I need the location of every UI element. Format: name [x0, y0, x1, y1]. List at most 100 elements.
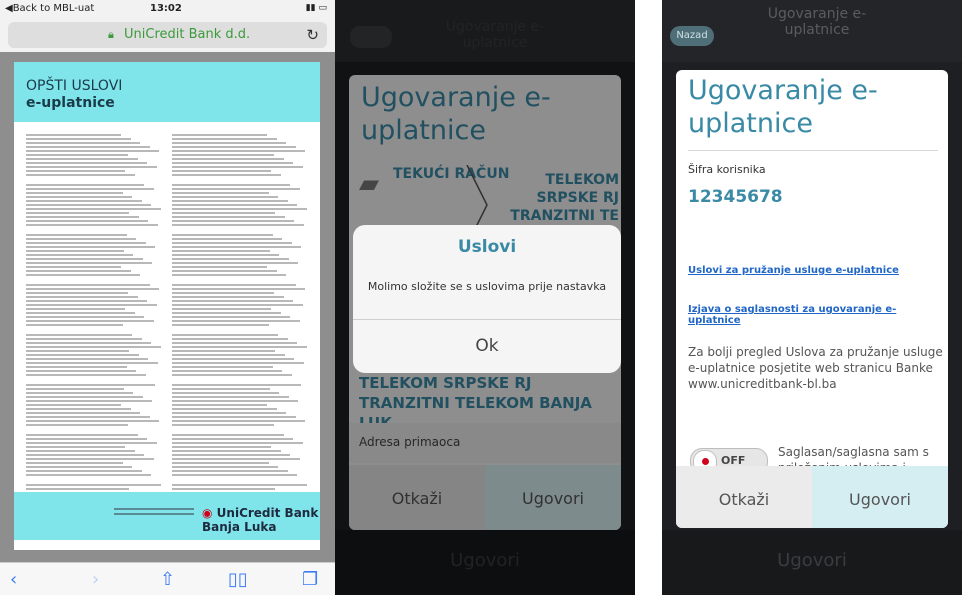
doc-text-line — [26, 192, 123, 194]
doc-text-line — [172, 324, 269, 326]
doc-text-line — [172, 212, 276, 214]
title-divider — [688, 150, 938, 151]
doc-text-line — [26, 296, 138, 298]
doc-text-line — [172, 266, 268, 268]
doc-text-line — [26, 224, 158, 226]
doc-text-line — [26, 154, 128, 156]
doc-text-line — [172, 138, 277, 140]
safari-pdf-view: ◀Back to MBL-uat 13:02 ▮▮ ▭ 🔒︎ UniCredit… — [0, 0, 335, 595]
back-to-app-link[interactable]: ◀Back to MBL-uat — [5, 3, 94, 14]
doc-text-line — [172, 474, 298, 476]
doc-text-line — [172, 150, 306, 152]
action-buttons: Otkaži Ugovori — [676, 466, 948, 528]
doc-text-line — [26, 188, 154, 190]
doc-text-line — [26, 238, 137, 240]
doc-text-line — [172, 334, 279, 336]
url-bar[interactable]: 🔒︎ UniCredit Bank d.d. ↻ — [8, 22, 327, 48]
doc-text-line — [26, 150, 160, 152]
doc-text-line — [172, 146, 296, 148]
doc-text-line — [26, 138, 131, 140]
doc-text-line — [172, 234, 273, 236]
doc-text-line — [26, 324, 123, 326]
doc-text-line — [172, 442, 303, 444]
doc-header: OPŠTI USLOVI e-uplatnice — [14, 62, 320, 122]
doc-text-line — [172, 350, 276, 352]
doc-text-line — [172, 342, 298, 344]
doc-text-line — [26, 258, 143, 260]
doc-text-line — [26, 404, 122, 406]
doc-text-line — [172, 320, 300, 322]
doc-text-line — [172, 192, 269, 194]
doc-text-line — [172, 458, 300, 460]
doc-text-line — [26, 274, 141, 276]
doc-text-line — [172, 454, 291, 456]
doc-text-line — [26, 366, 127, 368]
doc-text-line — [172, 400, 299, 402]
doc-text-line — [172, 408, 277, 410]
doc-text-line — [172, 338, 288, 340]
cancel-button[interactable]: Otkaži — [676, 466, 812, 528]
doc-text-line — [26, 384, 156, 386]
doc-text-line — [26, 438, 148, 440]
doc-text-line — [26, 170, 126, 172]
toggle-dot-icon — [702, 458, 709, 465]
doc-text-line — [172, 354, 285, 356]
doc-text-line — [172, 288, 306, 290]
doc-text-line — [26, 250, 124, 252]
doc-text-line — [172, 274, 287, 276]
consent-link[interactable]: Izjava o saglasnosti za ugovaranje e-upl… — [688, 304, 948, 326]
doc-text-line — [26, 284, 150, 286]
reload-icon[interactable]: ↻ — [306, 26, 319, 44]
card-title: Ugovaranje e-uplatnice — [688, 75, 878, 139]
doc-text-line — [26, 184, 145, 186]
doc-text-line — [26, 300, 148, 302]
doc-text-line — [172, 346, 307, 348]
pdf-page[interactable]: OPŠTI USLOVI e-uplatnice ◉ UniCredit Ban… — [14, 62, 320, 550]
doc-text-line — [172, 200, 288, 202]
doc-text-line — [26, 158, 138, 160]
dialog-message: Molimo složite se s uslovima prije nasta… — [367, 280, 607, 293]
doc-text-line — [172, 296, 284, 298]
doc-text-line — [26, 474, 152, 476]
doc-text-line — [172, 216, 285, 218]
doc-text-line — [172, 384, 302, 386]
doc-text-line — [172, 220, 295, 222]
doc-text-line — [26, 388, 124, 390]
doc-text-line — [26, 162, 148, 164]
doc-text-line — [172, 420, 306, 422]
safari-toolbar: ‹ › ⇧ ▯▯ ❐ — [0, 562, 335, 595]
back-button[interactable]: Nazad — [670, 26, 714, 46]
doc-text-line — [172, 374, 292, 376]
doc-text-line — [172, 316, 291, 318]
header-title: Ugovaranje e-uplatnice — [767, 6, 867, 38]
doc-text-line — [26, 362, 158, 364]
unicredit-logo: ◉ UniCredit Bank Banja Luka — [202, 506, 319, 534]
terms-dialog-screen: Ugovaranje e-uplatnice Ugovaranje e-upla… — [335, 0, 635, 595]
bottom-label[interactable]: Ugovori — [662, 550, 962, 571]
confirm-button[interactable]: Ugovori — [812, 466, 948, 528]
forward-icon[interactable]: › — [92, 569, 99, 590]
doc-text-line — [26, 220, 149, 222]
doc-text-line — [26, 420, 160, 422]
doc-text-line — [172, 154, 274, 156]
doc-text-line — [172, 396, 289, 398]
doc-text-line — [172, 204, 298, 206]
share-icon[interactable]: ⇧ — [160, 569, 175, 590]
doc-text-line — [26, 134, 122, 136]
doc-text-line — [26, 446, 126, 448]
doc-title-line1: OPŠTI USLOVI — [26, 78, 123, 94]
user-code-value: 12345678 — [688, 187, 783, 207]
dialog-ok-button[interactable]: Ok — [353, 320, 621, 373]
terms-alert-dialog: Uslovi Molimo složite se s uslovima prij… — [353, 225, 621, 373]
contract-card: Ugovaranje e-uplatnice Šifra korisnika 1… — [676, 70, 948, 528]
doc-text-line — [26, 466, 133, 468]
terms-link[interactable]: Uslovi za pružanje usluge e-uplatnice — [688, 265, 899, 276]
doc-text-line — [172, 188, 300, 190]
back-icon[interactable]: ‹ — [10, 569, 17, 590]
doc-text-line — [172, 358, 295, 360]
bookmarks-icon[interactable]: ▯▯ — [228, 569, 248, 590]
doc-text-line — [172, 304, 303, 306]
doc-text-line — [26, 270, 131, 272]
doc-text-line — [172, 142, 287, 144]
tabs-icon[interactable]: ❐ — [302, 569, 318, 590]
